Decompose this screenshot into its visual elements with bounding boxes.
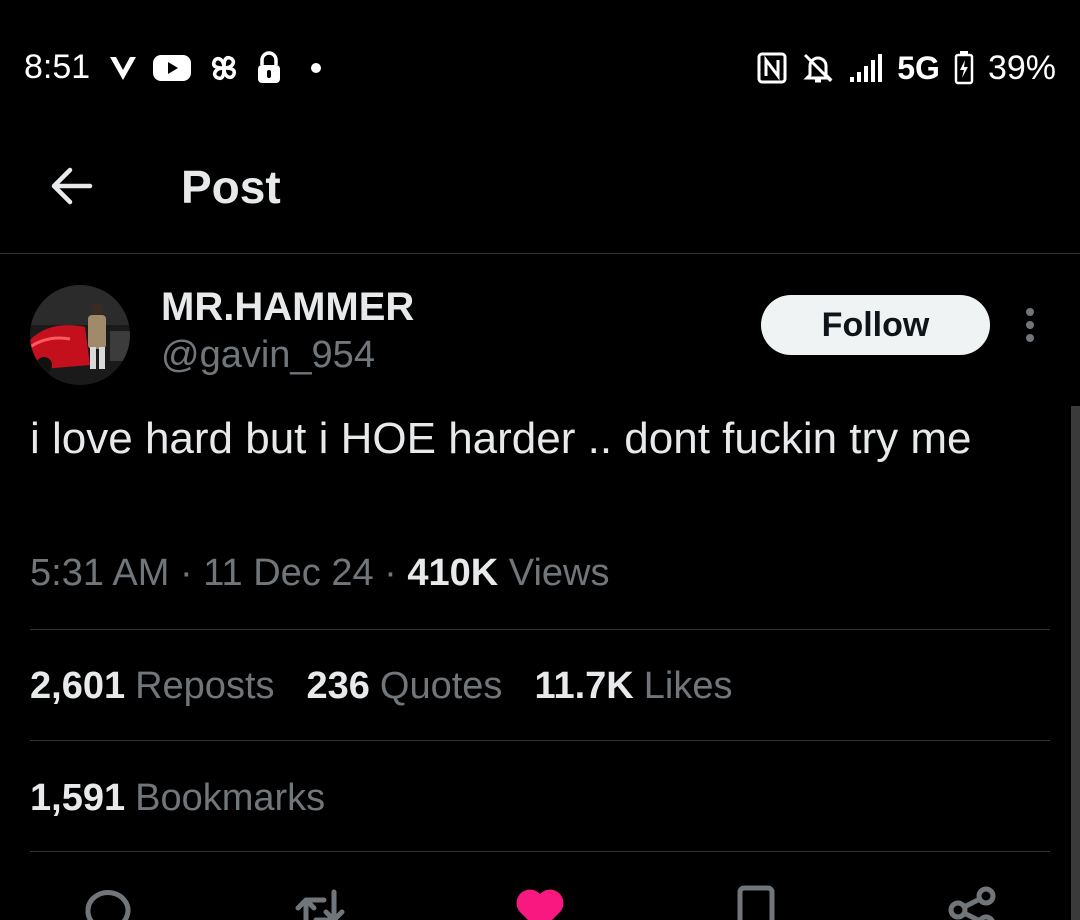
user-handle[interactable]: @gavin_954 bbox=[161, 334, 375, 377]
bookmark-button[interactable] bbox=[726, 880, 786, 920]
repost-button[interactable] bbox=[290, 880, 350, 920]
tweet-date[interactable]: 11 Dec 24 bbox=[203, 552, 373, 594]
meta-separator: · bbox=[384, 552, 397, 594]
dot-icon bbox=[296, 61, 326, 75]
nfc-icon bbox=[757, 52, 787, 84]
pinwheel-icon bbox=[206, 50, 242, 86]
bookmarks-stat[interactable]: 1,591 Bookmarks bbox=[30, 777, 325, 820]
system-status: 5G 39% bbox=[757, 48, 1056, 88]
battery-percent: 39% bbox=[987, 48, 1056, 87]
display-name[interactable]: MR.HAMMER bbox=[161, 285, 414, 330]
divider bbox=[30, 851, 1050, 852]
likes-stat[interactable]: 11.7K Likes bbox=[534, 665, 732, 708]
battery-charging-icon bbox=[954, 51, 974, 85]
reposts-label: Reposts bbox=[135, 665, 275, 707]
status-bar: 8:51 5G 39% bbox=[0, 0, 1080, 136]
youtube-icon bbox=[152, 53, 192, 83]
reposts-stat[interactable]: 2,601 Reposts bbox=[30, 665, 275, 708]
reposts-count: 2,601 bbox=[30, 665, 126, 707]
network-type: 5G bbox=[897, 49, 940, 86]
more-options-button[interactable] bbox=[1012, 300, 1048, 350]
likes-label: Likes bbox=[643, 665, 733, 707]
repost-icon bbox=[295, 889, 345, 920]
share-button[interactable] bbox=[942, 880, 1002, 920]
verizon-v-icon bbox=[108, 54, 138, 82]
status-time: 8:51 bbox=[24, 48, 91, 86]
avatar[interactable] bbox=[30, 285, 130, 385]
divider bbox=[30, 740, 1050, 741]
like-icon bbox=[516, 889, 564, 920]
quotes-stat[interactable]: 236 Quotes bbox=[307, 665, 503, 708]
bookmarks-label: Bookmarks bbox=[135, 777, 326, 819]
page-header: Post bbox=[0, 136, 1080, 254]
bell-muted-icon bbox=[801, 51, 835, 85]
meta-separator: · bbox=[179, 552, 193, 594]
tweet-meta: 5:31 AM · 11 Dec 24 · 410K Views bbox=[30, 552, 609, 595]
share-icon bbox=[948, 886, 996, 920]
like-button[interactable] bbox=[510, 880, 570, 920]
quotes-label: Quotes bbox=[379, 665, 503, 707]
reply-icon bbox=[85, 890, 131, 920]
tweet-time[interactable]: 5:31 AM bbox=[30, 552, 169, 594]
signal-icon bbox=[849, 53, 883, 83]
follow-button[interactable]: Follow bbox=[761, 295, 990, 355]
reply-button[interactable] bbox=[78, 880, 138, 920]
divider bbox=[30, 629, 1050, 630]
likes-count: 11.7K bbox=[534, 665, 634, 707]
quotes-count: 236 bbox=[306, 665, 370, 707]
back-arrow-icon bbox=[51, 167, 93, 205]
more-vertical-icon bbox=[1026, 308, 1034, 342]
views-count: 410K bbox=[407, 552, 499, 594]
bookmarks-count: 1,591 bbox=[30, 777, 126, 819]
lock-icon bbox=[256, 51, 282, 85]
bookmark-icon bbox=[737, 885, 775, 920]
page-title: Post bbox=[181, 161, 281, 213]
engagement-stats: 2,601 Reposts 236 Quotes 11.7K Likes bbox=[30, 665, 732, 708]
views-label: Views bbox=[508, 552, 610, 594]
action-bar bbox=[0, 880, 1080, 920]
notification-icons bbox=[108, 48, 326, 88]
back-button[interactable] bbox=[44, 158, 100, 214]
scrollbar[interactable] bbox=[1071, 406, 1080, 920]
tweet-text: i love hard but i HOE harder .. dont fuc… bbox=[30, 414, 972, 463]
